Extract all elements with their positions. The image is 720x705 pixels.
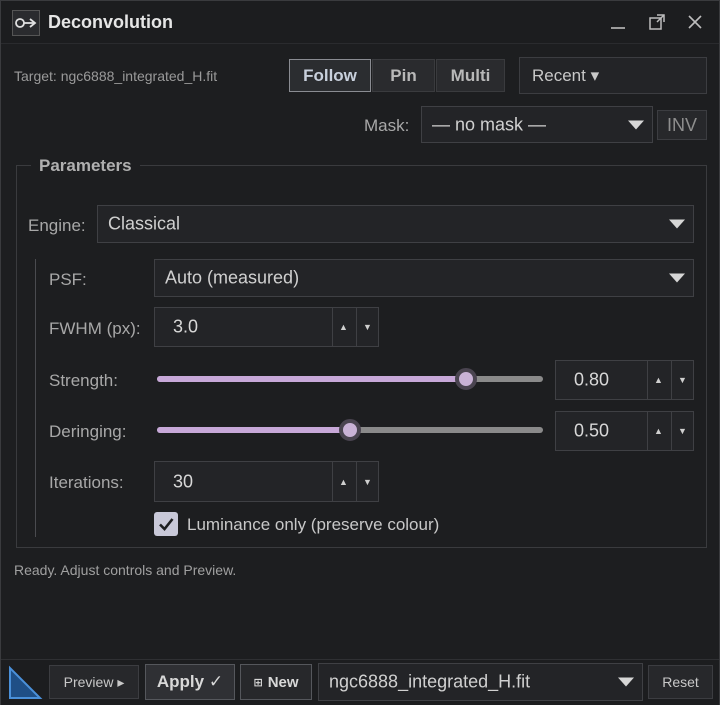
invert-mask-button[interactable]: INV — [657, 110, 707, 140]
target-label: Target: ngc6888_integrated_H.fit — [14, 68, 218, 84]
target-image-select[interactable]: ngc6888_integrated_H.fit — [318, 663, 643, 701]
deringing-slider-fill — [157, 427, 350, 433]
reset-button[interactable]: Reset — [648, 665, 713, 699]
drag-handle-triangle-icon[interactable] — [7, 665, 43, 701]
luminance-label[interactable]: Luminance only (preserve colour) — [187, 515, 439, 535]
chevron-down-icon — [618, 677, 634, 687]
new-window-icon: ⊞ — [253, 676, 263, 689]
spin-up-icon[interactable]: ▲ — [332, 308, 354, 346]
spin-down-icon[interactable]: ▼ — [356, 308, 378, 346]
strength-spinbox[interactable]: 0.80 ▲ ▼ — [555, 360, 694, 400]
sub-group-divider — [35, 259, 36, 537]
spin-down-icon[interactable]: ▼ — [671, 412, 693, 450]
deconvolution-window: Deconvolution Target: ngc6888_integrated… — [0, 0, 720, 705]
spin-up-icon[interactable]: ▲ — [647, 412, 669, 450]
pin-button[interactable]: Pin — [372, 59, 435, 92]
strength-label: Strength: — [49, 371, 118, 390]
luminance-checkbox[interactable] — [154, 512, 178, 536]
iterations-spinbox[interactable]: 30 ▲ ▼ — [154, 461, 379, 502]
recent-dropdown[interactable]: Recent ▾ — [519, 57, 707, 94]
checkmark-icon — [159, 518, 174, 531]
undock-icon — [649, 14, 665, 30]
strength-slider-fill — [157, 376, 466, 382]
spin-up-icon[interactable]: ▲ — [332, 462, 354, 501]
strength-slider-handle[interactable] — [454, 368, 477, 390]
chevron-down-icon — [628, 120, 644, 129]
title-bar: Deconvolution — [1, 1, 719, 44]
spin-down-icon[interactable]: ▼ — [356, 462, 378, 501]
deringing-spinbox[interactable]: 0.50 ▲ ▼ — [555, 411, 694, 451]
apply-button[interactable]: Apply ✓ — [145, 664, 235, 700]
engine-label: Engine: — [28, 216, 86, 235]
minimize-button[interactable] — [605, 9, 631, 35]
deringing-slider[interactable] — [157, 419, 543, 441]
engine-select[interactable]: Classical — [97, 205, 694, 243]
fwhm-label: FWHM (px): — [49, 319, 141, 338]
engine-value: Classical — [108, 213, 181, 234]
deringing-slider-handle[interactable] — [339, 419, 361, 441]
spin-up-icon[interactable]: ▲ — [647, 361, 669, 399]
target-image-value: ngc6888_integrated_H.fit — [329, 671, 531, 692]
psf-value: Auto (measured) — [165, 267, 300, 288]
strength-slider[interactable] — [157, 368, 543, 390]
parameters-title: Parameters — [31, 156, 140, 176]
strength-value: 0.80 — [574, 369, 610, 390]
close-icon — [688, 15, 702, 29]
psf-label: PSF: — [49, 270, 87, 289]
new-label: New — [267, 673, 299, 691]
fwhm-spinbox[interactable]: 3.0 ▲ ▼ — [154, 307, 379, 347]
new-instance-button[interactable]: ⊞ New — [240, 664, 312, 700]
fwhm-value: 3.0 — [173, 316, 199, 337]
window-title: Deconvolution — [48, 12, 173, 32]
iterations-label: Iterations: — [49, 473, 124, 492]
status-text: Ready. Adjust controls and Preview. — [14, 562, 237, 578]
mask-value: — no mask — — [432, 114, 547, 134]
deringing-label: Deringing: — [49, 422, 127, 441]
close-button[interactable] — [682, 9, 708, 35]
chevron-down-icon — [669, 219, 685, 229]
spin-down-icon[interactable]: ▼ — [671, 361, 693, 399]
mask-label: Mask: — [364, 116, 410, 135]
mask-select[interactable]: — no mask — — [421, 106, 653, 143]
deringing-value: 0.50 — [574, 420, 610, 441]
minimize-icon — [611, 27, 625, 29]
preview-button[interactable]: Preview ▸ — [49, 665, 139, 699]
chevron-down-icon — [669, 273, 685, 283]
app-icon — [12, 10, 40, 36]
bottom-toolbar: Preview ▸ Apply ✓ ⊞ New ngc6888_integrat… — [1, 659, 719, 705]
undock-button[interactable] — [644, 9, 670, 35]
multi-button[interactable]: Multi — [436, 59, 505, 92]
follow-button[interactable]: Follow — [289, 59, 371, 92]
psf-select[interactable]: Auto (measured) — [154, 259, 694, 297]
iterations-value: 30 — [173, 471, 194, 491]
